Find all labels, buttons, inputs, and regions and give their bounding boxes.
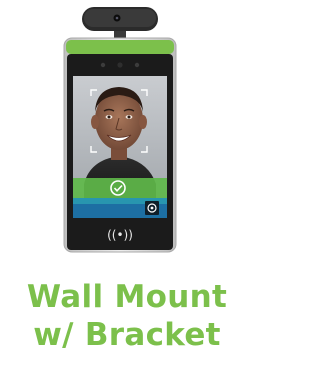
status-light-bar bbox=[66, 40, 174, 54]
caption-line-2: w/ Bracket bbox=[33, 317, 221, 353]
product-image: ((•)) bbox=[0, 0, 254, 262]
display-screen bbox=[73, 76, 167, 218]
camera-module bbox=[82, 7, 158, 39]
sensor-icon bbox=[100, 62, 106, 68]
front-camera-icon bbox=[117, 62, 123, 68]
sensor-icon bbox=[134, 62, 140, 68]
nfc-icon: ((•)) bbox=[107, 228, 133, 242]
caption-line-1: Wall Mount bbox=[26, 279, 228, 315]
face-recognition-terminal: ((•)) bbox=[63, 7, 177, 253]
product-caption: Wall Mount w/ Bracket bbox=[0, 278, 254, 354]
